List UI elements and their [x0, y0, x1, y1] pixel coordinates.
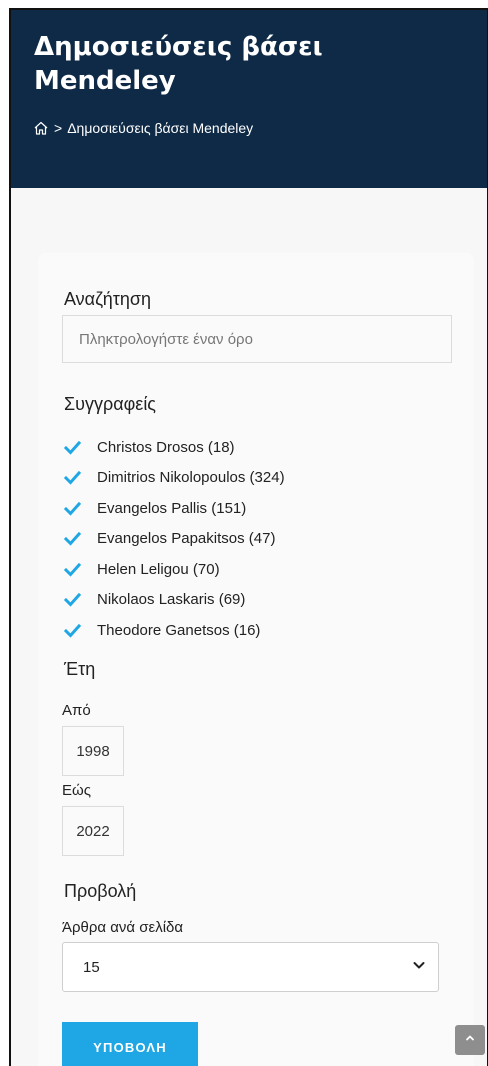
- author-item[interactable]: Evangelos Papakitsos (47): [64, 524, 285, 555]
- page-header: Δημοσιεύσεις βάσει Mendeley > Δημοσιεύσε…: [11, 10, 487, 188]
- filter-panel: Αναζήτηση Συγγραφείς Christos Drosos (18…: [38, 253, 474, 1066]
- author-item[interactable]: Nikolaos Laskaris (69): [64, 585, 285, 616]
- checkmark-icon[interactable]: [64, 591, 81, 608]
- chevron-up-icon: [464, 1031, 476, 1049]
- checkmark-icon[interactable]: [64, 469, 81, 486]
- page-title: Δημοσιεύσεις βάσει Mendeley: [34, 32, 323, 96]
- years-heading: Έτη: [64, 659, 96, 679]
- breadcrumb: > Δημοσιεύσεις βάσει Mendeley: [33, 120, 253, 136]
- author-label: Dimitrios Nikolopoulos (324): [97, 469, 285, 487]
- year-to-input[interactable]: 2022: [62, 806, 124, 856]
- per-page-select[interactable]: 15: [62, 942, 439, 992]
- home-icon[interactable]: [33, 120, 49, 136]
- checkmark-icon[interactable]: [64, 530, 81, 547]
- checkmark-icon[interactable]: [64, 561, 81, 578]
- page-frame: Δημοσιεύσεις βάσει Mendeley > Δημοσιεύσε…: [9, 8, 488, 1066]
- chevron-down-icon: [412, 958, 426, 976]
- author-label: Theodore Ganetsos (16): [97, 621, 261, 639]
- breadcrumb-current: Δημοσιεύσεις βάσει Mendeley: [67, 120, 254, 136]
- breadcrumb-separator: >: [54, 120, 63, 136]
- author-item[interactable]: Theodore Ganetsos (16): [64, 615, 285, 646]
- search-input[interactable]: [62, 315, 452, 363]
- scroll-to-top-button[interactable]: [455, 1025, 485, 1055]
- submit-button[interactable]: ΥΠΟΒΟΛΗ: [62, 1022, 198, 1066]
- checkmark-icon[interactable]: [64, 622, 81, 639]
- author-item[interactable]: Helen Leligou (70): [64, 554, 285, 585]
- year-to-label: Εώς: [62, 782, 91, 799]
- year-from-label: Από: [62, 702, 91, 719]
- author-label: Evangelos Pallis (151): [97, 499, 247, 517]
- checkmark-icon[interactable]: [64, 439, 81, 456]
- author-label: Evangelos Papakitsos (47): [97, 530, 276, 548]
- per-page-label: Άρθρα ανά σελίδα: [62, 919, 184, 936]
- checkmark-icon[interactable]: [64, 500, 81, 517]
- search-heading: Αναζήτηση: [64, 289, 151, 309]
- author-list: Christos Drosos (18) Dimitrios Nikolopoul…: [64, 432, 285, 646]
- year-from-input[interactable]: 1998: [62, 726, 124, 776]
- view-heading: Προβολή: [64, 881, 137, 901]
- author-item[interactable]: Dimitrios Nikolopoulos (324): [64, 463, 285, 494]
- author-label: Christos Drosos (18): [97, 438, 235, 456]
- author-item[interactable]: Christos Drosos (18): [64, 432, 285, 463]
- author-label: Nikolaos Laskaris (69): [97, 591, 246, 609]
- author-item[interactable]: Evangelos Pallis (151): [64, 493, 285, 524]
- author-label: Helen Leligou (70): [97, 560, 220, 578]
- per-page-value: 15: [83, 958, 100, 976]
- authors-heading: Συγγραφείς: [64, 394, 156, 414]
